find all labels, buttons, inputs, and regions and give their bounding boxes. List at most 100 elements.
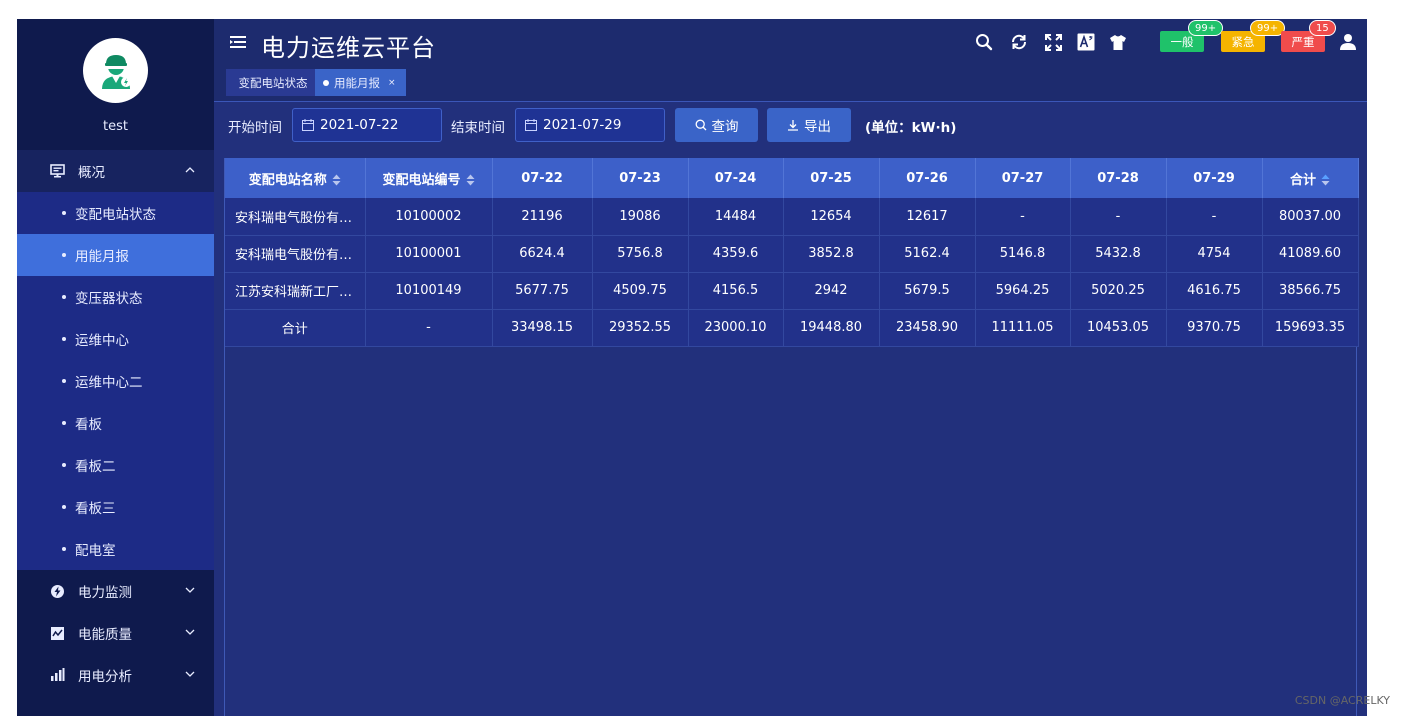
bullet-icon xyxy=(62,421,66,425)
alert-normal-tag[interactable]: 一般 99+ xyxy=(1160,20,1224,52)
end-date-input[interactable]: 2021-07-29 xyxy=(515,108,665,142)
cell-station-id: - xyxy=(365,309,493,347)
cell-station-id: 10100149 xyxy=(365,272,493,310)
col-header-date: 07-24 xyxy=(688,158,784,198)
export-button[interactable]: 导出 xyxy=(767,108,851,142)
sort-icon[interactable] xyxy=(1321,174,1330,186)
col-header-station-id[interactable]: 变配电站编号 xyxy=(365,158,493,198)
table-row[interactable]: 江苏安科瑞新工厂配电室 10100149 5677.75 4509.75 415… xyxy=(225,272,1359,310)
sort-icon[interactable] xyxy=(332,174,341,186)
col-header-date: 07-23 xyxy=(592,158,689,198)
chevron-down-icon xyxy=(185,587,195,593)
cell-value: 6624.4 xyxy=(492,235,593,273)
cell-value: - xyxy=(1166,198,1263,236)
calendar-icon xyxy=(302,119,314,131)
menu-usage-analysis[interactable]: 用电分析 xyxy=(17,654,214,696)
alert-urgent-tag[interactable]: 紧急 99+ xyxy=(1221,20,1286,52)
submenu-overview: 变配电站状态 用能月报 变压器状态 运维中心 运维中心二 看板 看板二 看板三 … xyxy=(17,192,214,570)
tab-station-status[interactable]: 变配电站状态 xyxy=(226,69,320,96)
sidebar-item-label: 运维中心二 xyxy=(75,375,143,391)
sidebar-item-label: 看板 xyxy=(75,417,102,433)
export-label: 导出 xyxy=(804,119,831,135)
cell-total: 29352.55 xyxy=(592,309,689,347)
sidebar-item-station-status[interactable]: 变配电站状态 xyxy=(17,192,214,234)
sidebar-item-label: 变配电站状态 xyxy=(75,207,156,223)
query-label: 查询 xyxy=(711,119,739,135)
menu-label: 电能质量 xyxy=(78,627,132,643)
cell-station-name: 安科瑞电气股份有限公司 xyxy=(225,198,366,236)
start-date-value: 2021-07-22 xyxy=(320,117,399,133)
end-date-value: 2021-07-29 xyxy=(543,117,622,133)
cell-value: 5432.8 xyxy=(1070,235,1167,273)
cell-total: 23458.90 xyxy=(879,309,976,347)
search-icon xyxy=(695,119,706,131)
sidebar-item-ops-center[interactable]: 运维中心 xyxy=(17,318,214,360)
sidebar-item-dashboard[interactable]: 看板 xyxy=(17,402,214,444)
menu-overview[interactable]: 概况 xyxy=(17,150,214,192)
sidebar-item-transformer-status[interactable]: 变压器状态 xyxy=(17,276,214,318)
col-header-total[interactable]: 合计 xyxy=(1262,158,1359,198)
cell-station-id: 10100002 xyxy=(365,198,493,236)
menu-label: 概况 xyxy=(78,165,105,181)
sidebar-item-monthly-report[interactable]: 用能月报 xyxy=(17,234,214,276)
sort-icon[interactable] xyxy=(466,174,475,186)
menu-power-monitoring[interactable]: 电力监测 xyxy=(17,570,214,612)
calendar-icon xyxy=(525,119,537,131)
bullet-icon xyxy=(62,547,66,551)
col-header-station-name[interactable]: 变配电站名称 xyxy=(225,158,366,198)
cell-value: 12654 xyxy=(783,198,880,236)
translate-icon[interactable] xyxy=(1076,32,1096,52)
tab-label: 变配电站状态 xyxy=(238,75,308,90)
col-header-label: 合计 xyxy=(1289,172,1316,188)
alert-label: 严重 xyxy=(1291,34,1315,49)
start-date-input[interactable]: 2021-07-22 xyxy=(292,108,442,142)
col-header-date: 07-25 xyxy=(783,158,880,198)
sidebar-item-dashboard-2[interactable]: 看板二 xyxy=(17,444,214,486)
sidebar-item-dashboard-3[interactable]: 看板三 xyxy=(17,486,214,528)
table-row[interactable]: 安科瑞电气股份有限公司 10100002 21196 19086 14484 1… xyxy=(225,198,1359,236)
menu-label: 电力监测 xyxy=(78,585,132,601)
cell-value: 4156.5 xyxy=(688,272,784,310)
unit-label: (单位：kW·h) xyxy=(865,120,957,136)
bullet-icon xyxy=(62,337,66,341)
cell-value: 4616.75 xyxy=(1166,272,1263,310)
refresh-icon[interactable] xyxy=(1009,32,1029,52)
cell-total: 9370.75 xyxy=(1166,309,1263,347)
search-icon[interactable] xyxy=(974,32,994,52)
sidebar-item-label: 运维中心 xyxy=(75,333,129,349)
alert-urgent-count: 99+ xyxy=(1250,20,1286,36)
menu-power-quality[interactable]: 电能质量 xyxy=(17,612,214,654)
sidebar-item-label: 配电室 xyxy=(75,543,116,559)
user-icon[interactable] xyxy=(1338,32,1358,52)
table-row[interactable]: 安科瑞电气股份有限公司 10100001 6624.4 5756.8 4359.… xyxy=(225,235,1359,273)
cell-value: 21196 xyxy=(492,198,593,236)
alert-severe-tag[interactable]: 严重 15 xyxy=(1281,20,1336,52)
cell-station-name: 江苏安科瑞新工厂配电室 xyxy=(225,272,366,310)
sidebar-item-ops-center-2[interactable]: 运维中心二 xyxy=(17,360,214,402)
cell-value: - xyxy=(975,198,1071,236)
table-total-row: 合计 - 33498.15 29352.55 23000.10 19448.80… xyxy=(225,309,1359,347)
col-header-label: 变配电站名称 xyxy=(248,172,327,188)
lightning-icon xyxy=(49,583,65,599)
report-content: 变配电站名称 变配电站编号 07-22 07-23 07-24 07-25 07… xyxy=(224,158,1359,716)
watermark: CSDN @ACRELKY xyxy=(1294,694,1390,707)
cell-value: 14484 xyxy=(688,198,784,236)
cell-total-label: 合计 xyxy=(225,309,366,347)
filter-toolbar: 开始时间 2021-07-22 结束时间 2021-07-29 查询 导出 (单… xyxy=(214,102,1367,149)
query-button[interactable]: 查询 xyxy=(675,108,758,142)
cell-total: 33498.15 xyxy=(492,309,593,347)
alert-severe-count: 15 xyxy=(1309,20,1336,36)
tab-monthly-report[interactable]: 用能月报 × xyxy=(315,69,406,96)
theme-shirt-icon[interactable] xyxy=(1108,32,1128,52)
avatar[interactable] xyxy=(83,38,148,103)
menu-toggle-icon[interactable] xyxy=(230,35,246,49)
sidebar-item-distribution-room[interactable]: 配电室 xyxy=(17,528,214,570)
close-icon[interactable]: × xyxy=(388,78,396,88)
cell-total: 10453.05 xyxy=(1070,309,1167,347)
download-icon xyxy=(788,120,798,131)
cell-value: 5756.8 xyxy=(592,235,689,273)
cell-total: 159693.35 xyxy=(1262,309,1359,347)
cell-station-id: 10100001 xyxy=(365,235,493,273)
fullscreen-icon[interactable] xyxy=(1043,32,1063,52)
cell-value: 4754 xyxy=(1166,235,1263,273)
